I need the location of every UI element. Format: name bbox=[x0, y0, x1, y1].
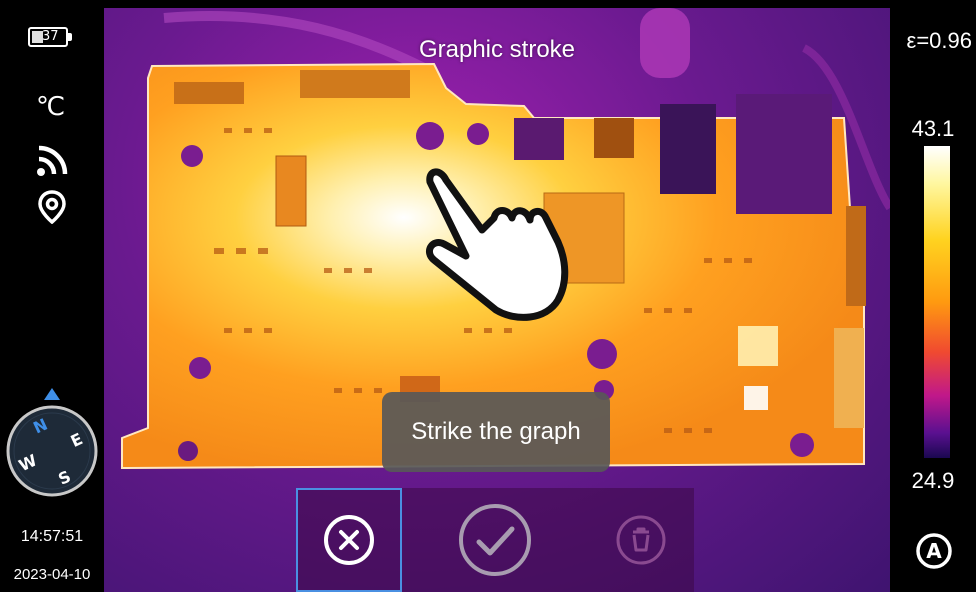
battery-icon: 37 bbox=[28, 27, 72, 47]
max-temperature: 43.1 bbox=[911, 116, 955, 141]
thermal-image-viewport[interactable]: Graphic stroke Strike the graph bbox=[104, 8, 890, 592]
left-status-bar: 37 ℃ N E S W 14:57:51 2023-04-10 bbox=[0, 0, 104, 592]
checkmark-icon bbox=[459, 504, 531, 576]
action-bar bbox=[296, 488, 694, 592]
battery-level: 37 bbox=[42, 29, 59, 44]
delete-button[interactable] bbox=[588, 488, 694, 592]
emissivity-value[interactable]: ε=0.96 bbox=[907, 28, 972, 54]
compass-heading-arrow-icon bbox=[44, 388, 60, 400]
confirm-button[interactable] bbox=[442, 488, 548, 592]
right-palette-bar: ε=0.96 43.1 24.9 A bbox=[890, 0, 976, 592]
clock-time: 14:57:51 bbox=[20, 528, 84, 545]
temperature-unit[interactable]: ℃ bbox=[36, 92, 65, 122]
clock-date: 2023-04-10 bbox=[13, 566, 91, 583]
auto-mode-icon[interactable]: A bbox=[915, 532, 953, 570]
color-palette-scale[interactable] bbox=[924, 146, 950, 458]
location-icon[interactable] bbox=[38, 190, 66, 224]
svg-text:A: A bbox=[926, 539, 942, 563]
min-temperature: 24.9 bbox=[911, 468, 955, 493]
cancel-button[interactable] bbox=[296, 488, 402, 592]
toast-message: Strike the graph bbox=[382, 392, 610, 472]
compass-icon: N E S W bbox=[6, 405, 98, 497]
cancel-icon bbox=[324, 515, 374, 565]
wifi-icon[interactable] bbox=[36, 143, 70, 177]
trash-icon bbox=[616, 515, 666, 565]
screen-title: Graphic stroke bbox=[418, 36, 576, 63]
toast-text: Strike the graph bbox=[411, 418, 581, 445]
